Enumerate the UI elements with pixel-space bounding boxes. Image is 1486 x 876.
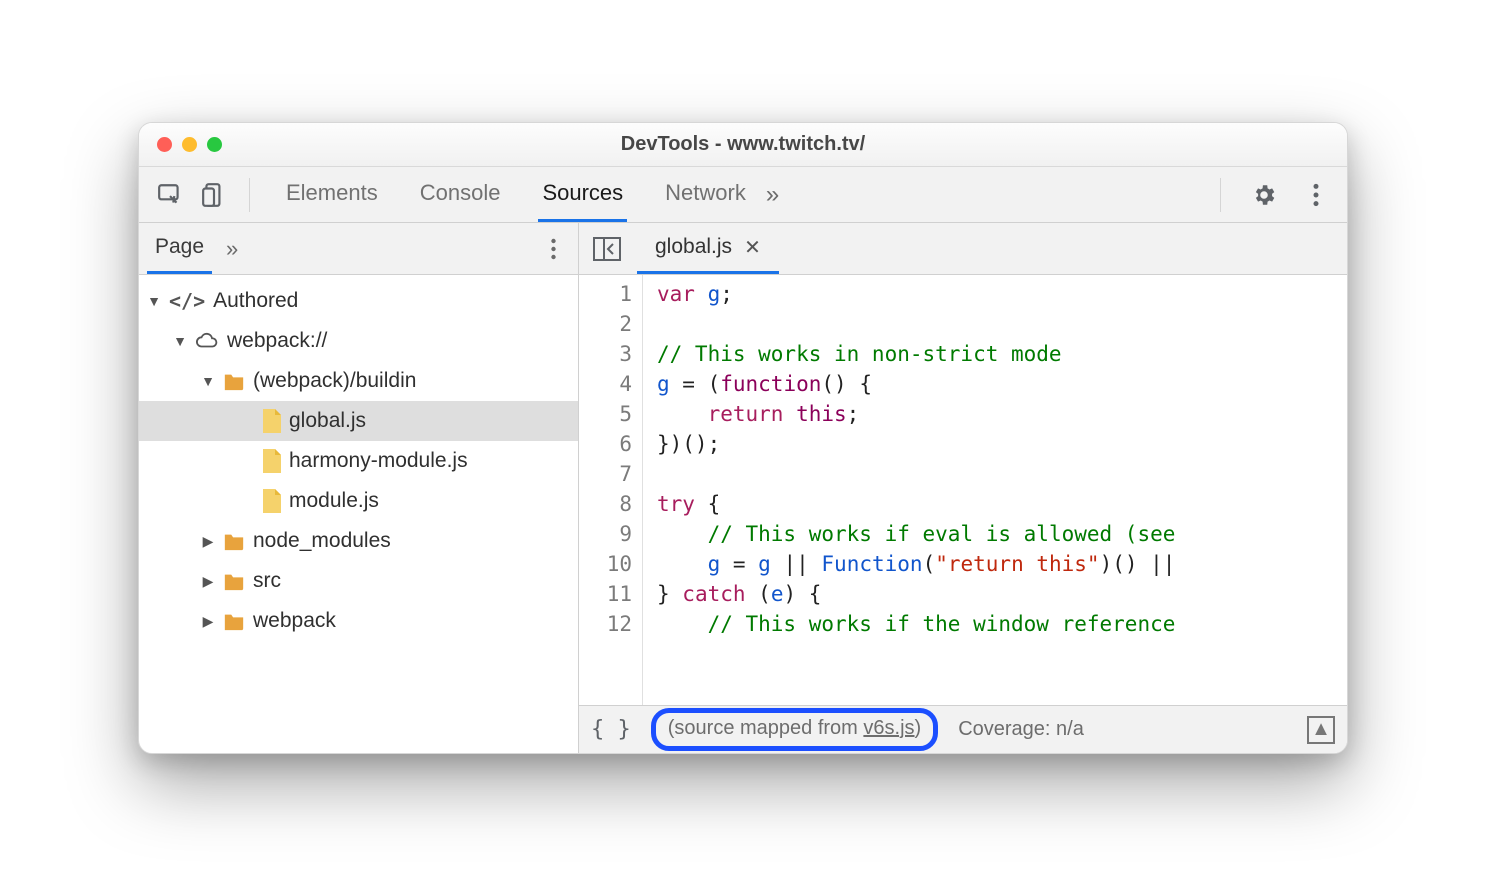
- separator: [1220, 178, 1221, 212]
- tree-label: Authored: [213, 289, 298, 313]
- close-window-button[interactable]: [157, 137, 172, 152]
- tree-label: node_modules: [253, 529, 391, 553]
- chevron-down-icon: ▼: [173, 333, 187, 349]
- main-tab-console[interactable]: Console: [416, 167, 505, 222]
- authored-icon: </>: [169, 289, 205, 313]
- file-icon: [261, 409, 281, 433]
- device-toolbar-icon[interactable]: [197, 178, 231, 212]
- file-icon: [261, 449, 281, 473]
- toggle-navigator-icon[interactable]: [587, 223, 627, 274]
- show-drawer-icon[interactable]: ▲: [1307, 716, 1335, 744]
- folder-icon: [223, 571, 245, 591]
- cloud-icon: [195, 330, 219, 352]
- close-tab-icon[interactable]: ✕: [744, 235, 761, 260]
- code-area[interactable]: 1 2 3 4 5 6 7 8 9 10 11 12 var g; // Thi…: [579, 275, 1347, 705]
- tree-label: harmony-module.js: [289, 449, 468, 473]
- tree-authored-root[interactable]: ▼ </> Authored: [139, 281, 578, 321]
- file-tab-label: global.js: [655, 235, 732, 259]
- source-map-indicator: (source mapped from v6s.js): [651, 708, 938, 751]
- navigator-sidebar: Page » ▼ </> Authored ▼: [139, 223, 579, 753]
- file-tree: ▼ </> Authored ▼ webpack:// ▼ (webpack)/…: [139, 275, 578, 753]
- main-tab-elements[interactable]: Elements: [282, 167, 382, 222]
- source-map-link[interactable]: v6s.js: [863, 717, 914, 739]
- zoom-window-button[interactable]: [207, 137, 222, 152]
- tree-label: (webpack)/buildin: [253, 369, 416, 393]
- devtools-window: DevTools - www.twitch.tv/ Elements Consol…: [138, 122, 1348, 754]
- tree-folder[interactable]: ▶ node_modules: [139, 521, 578, 561]
- window-controls: [139, 137, 222, 152]
- source-map-prefix: (source mapped from: [668, 717, 864, 739]
- line-gutter: 1 2 3 4 5 6 7 8 9 10 11 12: [579, 275, 643, 705]
- window-title: DevTools - www.twitch.tv/: [139, 133, 1347, 156]
- tree-label: global.js: [289, 409, 366, 433]
- inspect-element-icon[interactable]: [153, 178, 187, 212]
- folder-icon: [223, 531, 245, 551]
- folder-icon: [223, 611, 245, 631]
- content-area: Page » ▼ </> Authored ▼: [139, 223, 1347, 753]
- tree-file[interactable]: ▶harmony-module.js: [139, 441, 578, 481]
- tree-domain[interactable]: ▼ webpack://: [139, 321, 578, 361]
- chevron-down-icon: ▼: [147, 293, 161, 309]
- editor-footer: { } (source mapped from v6s.js) Coverage…: [579, 705, 1347, 753]
- navigator-more-tabs-icon[interactable]: »: [226, 236, 238, 262]
- tree-folder[interactable]: ▶ src: [139, 561, 578, 601]
- settings-icon[interactable]: [1247, 178, 1281, 212]
- tree-file[interactable]: ▶global.js: [139, 401, 578, 441]
- kebab-menu-icon[interactable]: [1299, 178, 1333, 212]
- folder-icon: [223, 371, 245, 391]
- tree-label: webpack: [253, 609, 336, 633]
- chevron-right-icon: ▶: [201, 573, 215, 590]
- tree-label: module.js: [289, 489, 379, 513]
- chevron-right-icon: ▶: [201, 613, 215, 630]
- editor-file-tab[interactable]: global.js ✕: [637, 223, 779, 274]
- code-text[interactable]: var g; // This works in non-strict mode …: [643, 275, 1347, 705]
- navigator-tabs: Page »: [139, 223, 578, 275]
- main-tab-sources[interactable]: Sources: [538, 167, 627, 222]
- tree-folder-buildin[interactable]: ▼ (webpack)/buildin: [139, 361, 578, 401]
- file-icon: [261, 489, 281, 513]
- titlebar: DevTools - www.twitch.tv/: [139, 123, 1347, 167]
- editor-panel: global.js ✕ 1 2 3 4 5 6 7 8 9 10 11 12 v…: [579, 223, 1347, 753]
- main-tab-network[interactable]: Network: [661, 167, 750, 222]
- chevron-down-icon: ▼: [201, 373, 215, 389]
- editor-tabbar: global.js ✕: [579, 223, 1347, 275]
- coverage-label: Coverage: n/a: [958, 718, 1084, 741]
- separator: [249, 178, 250, 212]
- source-map-suffix: ): [915, 717, 922, 739]
- pretty-print-icon[interactable]: { }: [591, 717, 631, 742]
- navigator-tab-page[interactable]: Page: [147, 223, 212, 274]
- minimize-window-button[interactable]: [182, 137, 197, 152]
- main-toolbar: Elements Console Sources Network »: [139, 167, 1347, 223]
- navigator-kebab-icon[interactable]: [536, 232, 570, 266]
- tree-folder[interactable]: ▶ webpack: [139, 601, 578, 641]
- tree-label: src: [253, 569, 281, 593]
- tree-file[interactable]: ▶module.js: [139, 481, 578, 521]
- chevron-right-icon: ▶: [201, 533, 215, 550]
- more-tabs-icon[interactable]: »: [760, 181, 785, 209]
- tree-label: webpack://: [227, 329, 327, 353]
